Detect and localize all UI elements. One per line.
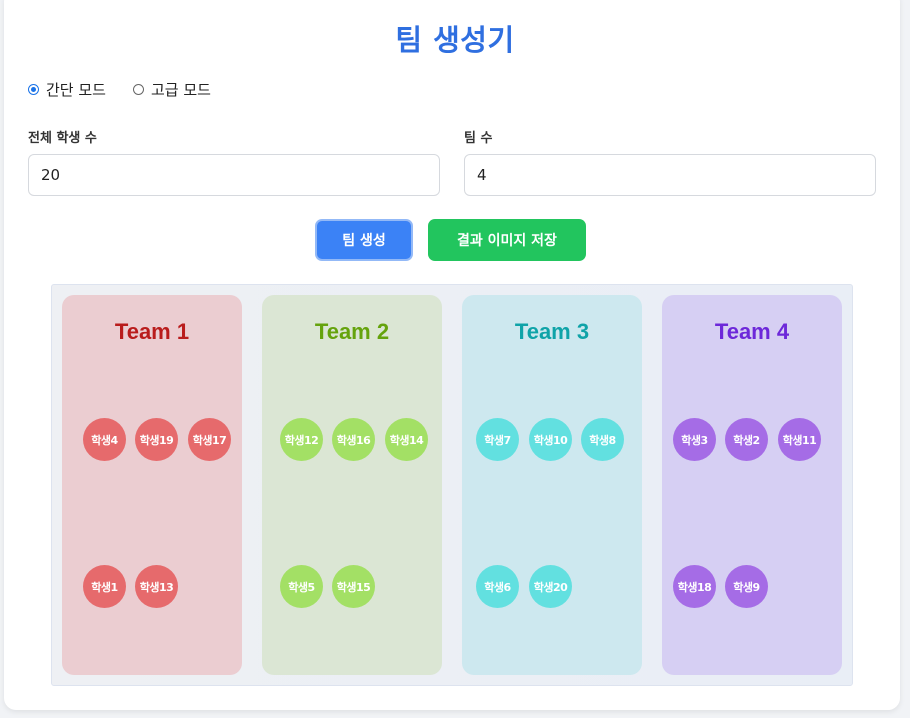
save-image-button[interactable]: 결과 이미지 저장 [428, 219, 586, 261]
team-card: Team 1 학생4 학생19 학생17 학생1 학생13 [62, 295, 242, 675]
member-badge: 학생11 [778, 418, 821, 461]
member-badge: 학생16 [332, 418, 375, 461]
member-badge: 학생12 [280, 418, 323, 461]
member-badge: 학생7 [476, 418, 519, 461]
team-card: Team 4 학생3 학생2 학생11 학생18 학생9 [662, 295, 842, 675]
mode-advanced-radio[interactable] [132, 83, 144, 95]
mode-simple-label: 간단 모드 [46, 80, 106, 99]
member-badge: 학생6 [476, 565, 519, 608]
team-name: Team 2 [314, 319, 390, 344]
mode-simple-radio[interactable] [28, 83, 39, 95]
member-badge: 학생1 [83, 565, 126, 608]
mode-selector: 간단 모드 고급 모드 [28, 79, 238, 99]
member-badge: 학생15 [332, 565, 375, 608]
team-card: Team 2 학생12 학생16 학생14 학생5 학생15 [262, 295, 442, 675]
mode-advanced-option[interactable]: 고급 모드 [132, 79, 211, 100]
member-badge: 학생18 [673, 565, 716, 608]
member-badge: 학생4 [83, 418, 126, 461]
member-badge: 학생20 [529, 565, 572, 608]
generate-teams-button[interactable]: 팀 생성 [315, 219, 413, 261]
member-badge: 학생2 [725, 418, 768, 461]
member-badge: 학생19 [135, 418, 178, 461]
team-name: Team 4 [714, 319, 790, 344]
team-card: Team 3 학생7 학생10 학생8 학생6 학생20 [462, 295, 642, 675]
member-badge: 학생3 [673, 418, 716, 461]
member-badge: 학생17 [188, 418, 231, 461]
member-badge: 학생8 [581, 418, 624, 461]
students-count-input[interactable] [28, 154, 440, 196]
team-count-input[interactable] [464, 154, 876, 196]
team-count-label: 팀 수 [464, 131, 493, 146]
mode-simple-option[interactable]: 간단 모드 [28, 79, 106, 100]
member-badge: 학생5 [280, 565, 323, 608]
member-badge: 학생13 [135, 565, 178, 608]
member-badge: 학생9 [725, 565, 768, 608]
team-name: Team 3 [514, 319, 590, 344]
member-badge: 학생10 [529, 418, 572, 461]
students-count-label: 전체 학생 수 [28, 131, 97, 146]
team-name: Team 1 [114, 319, 190, 344]
mode-advanced-label: 고급 모드 [150, 80, 211, 99]
member-badge: 학생14 [385, 418, 428, 461]
page-title: 팀 생성기 [395, 23, 515, 57]
